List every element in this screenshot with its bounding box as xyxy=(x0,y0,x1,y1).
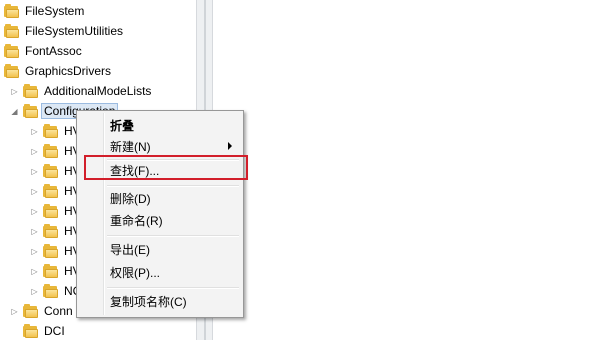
menu-item-label: 复制项名称(C) xyxy=(110,294,187,309)
folder-icon xyxy=(43,284,59,298)
menu-item-delete[interactable]: 删除(D) xyxy=(79,187,241,209)
folder-icon xyxy=(43,124,59,138)
folder-icon xyxy=(23,304,39,318)
tree-item-label: FileSystem xyxy=(25,4,85,18)
tree-item-label: Conn xyxy=(44,304,73,318)
expand-arrow-icon[interactable]: ▷ xyxy=(30,287,39,296)
folder-icon xyxy=(43,264,59,278)
folder-icon xyxy=(23,104,39,118)
context-menu: 折叠 新建(N) 查找(F)... 删除(D) 重命名(R) 导出(E) 权限(… xyxy=(76,110,244,318)
tree-item-label: FileSystemUtilities xyxy=(25,24,124,38)
menu-item-label: 导出(E) xyxy=(110,242,150,257)
menu-item-label: 权限(P)... xyxy=(110,265,160,280)
folder-icon xyxy=(43,144,59,158)
menu-item-label: 删除(D) xyxy=(110,191,151,206)
highlight-annotation xyxy=(84,155,248,180)
menu-item-label: 重命名(R) xyxy=(110,213,163,228)
collapse-arrow-icon[interactable]: ◢ xyxy=(10,107,19,116)
tree-item-hv[interactable]: ▷ HV xyxy=(30,161,81,181)
menu-item-label: 折叠 xyxy=(110,118,135,133)
menu-item-new[interactable]: 新建(N) xyxy=(79,135,241,157)
expand-arrow-icon[interactable]: ▷ xyxy=(30,147,39,156)
menu-separator xyxy=(107,287,239,289)
folder-icon xyxy=(4,64,20,78)
folder-icon xyxy=(43,184,59,198)
menu-item-label: 新建(N) xyxy=(110,139,151,154)
menu-item-permissions[interactable]: 权限(P)... xyxy=(79,261,241,283)
folder-icon xyxy=(23,84,39,98)
folder-icon xyxy=(4,44,20,58)
tree-item-hv[interactable]: ▷ HV xyxy=(30,121,81,141)
tree-item-nc[interactable]: ▷ NC xyxy=(30,281,81,301)
folder-icon xyxy=(43,204,59,218)
folder-icon xyxy=(4,4,20,18)
tree-item-dci[interactable]: DCI xyxy=(23,321,65,340)
expand-arrow-icon[interactable]: ▷ xyxy=(30,207,39,216)
folder-icon xyxy=(43,224,59,238)
expand-arrow-icon[interactable]: ▷ xyxy=(30,187,39,196)
tree-item-graphicsdrivers[interactable]: GraphicsDrivers xyxy=(4,61,111,81)
expand-arrow-icon[interactable]: ▷ xyxy=(10,87,19,96)
submenu-arrow-icon xyxy=(228,142,232,150)
menu-separator xyxy=(107,235,239,237)
expand-arrow-icon[interactable]: ▷ xyxy=(30,267,39,276)
tree-item-label: GraphicsDrivers xyxy=(25,64,112,78)
tree-item-conn[interactable]: ▷ Conn xyxy=(10,301,73,321)
tree-item-label: AdditionalModeLists xyxy=(44,84,152,98)
tree-item-filesystem[interactable]: FileSystem xyxy=(4,1,84,21)
tree-item-additionalmodelists[interactable]: ▷ AdditionalModeLists xyxy=(10,81,151,101)
tree-item-filesystemutilities[interactable]: FileSystemUtilities xyxy=(4,21,123,41)
menu-item-export[interactable]: 导出(E) xyxy=(79,238,241,260)
tree-item-fontassoc[interactable]: FontAssoc xyxy=(4,41,82,61)
tree-item-hv[interactable]: ▷ HV xyxy=(30,261,81,281)
menu-item-collapse[interactable]: 折叠 xyxy=(79,114,241,136)
tree-item-hv[interactable]: ▷ HV xyxy=(30,181,81,201)
expand-arrow-icon[interactable]: ▷ xyxy=(10,307,19,316)
values-pane[interactable] xyxy=(213,0,600,340)
expand-arrow-icon[interactable]: ▷ xyxy=(30,167,39,176)
tree-item-hv[interactable]: ▷ HV xyxy=(30,141,81,161)
folder-icon xyxy=(23,324,39,338)
expand-arrow-icon[interactable]: ▷ xyxy=(30,247,39,256)
folder-icon xyxy=(43,244,59,258)
tree-item-label: DCI xyxy=(44,324,65,338)
tree-item-hv[interactable]: ▷ HV xyxy=(30,221,81,241)
tree-item-label: FontAssoc xyxy=(25,44,82,58)
menu-item-rename[interactable]: 重命名(R) xyxy=(79,209,241,231)
menu-item-copy-key-name[interactable]: 复制项名称(C) xyxy=(79,290,241,312)
tree-item-hv[interactable]: ▷ HV xyxy=(30,241,81,261)
folder-icon xyxy=(4,24,20,38)
expand-arrow-icon[interactable]: ▷ xyxy=(30,227,39,236)
expand-arrow-icon[interactable]: ▷ xyxy=(30,127,39,136)
tree-item-hv[interactable]: ▷ HV xyxy=(30,201,81,221)
folder-icon xyxy=(43,164,59,178)
